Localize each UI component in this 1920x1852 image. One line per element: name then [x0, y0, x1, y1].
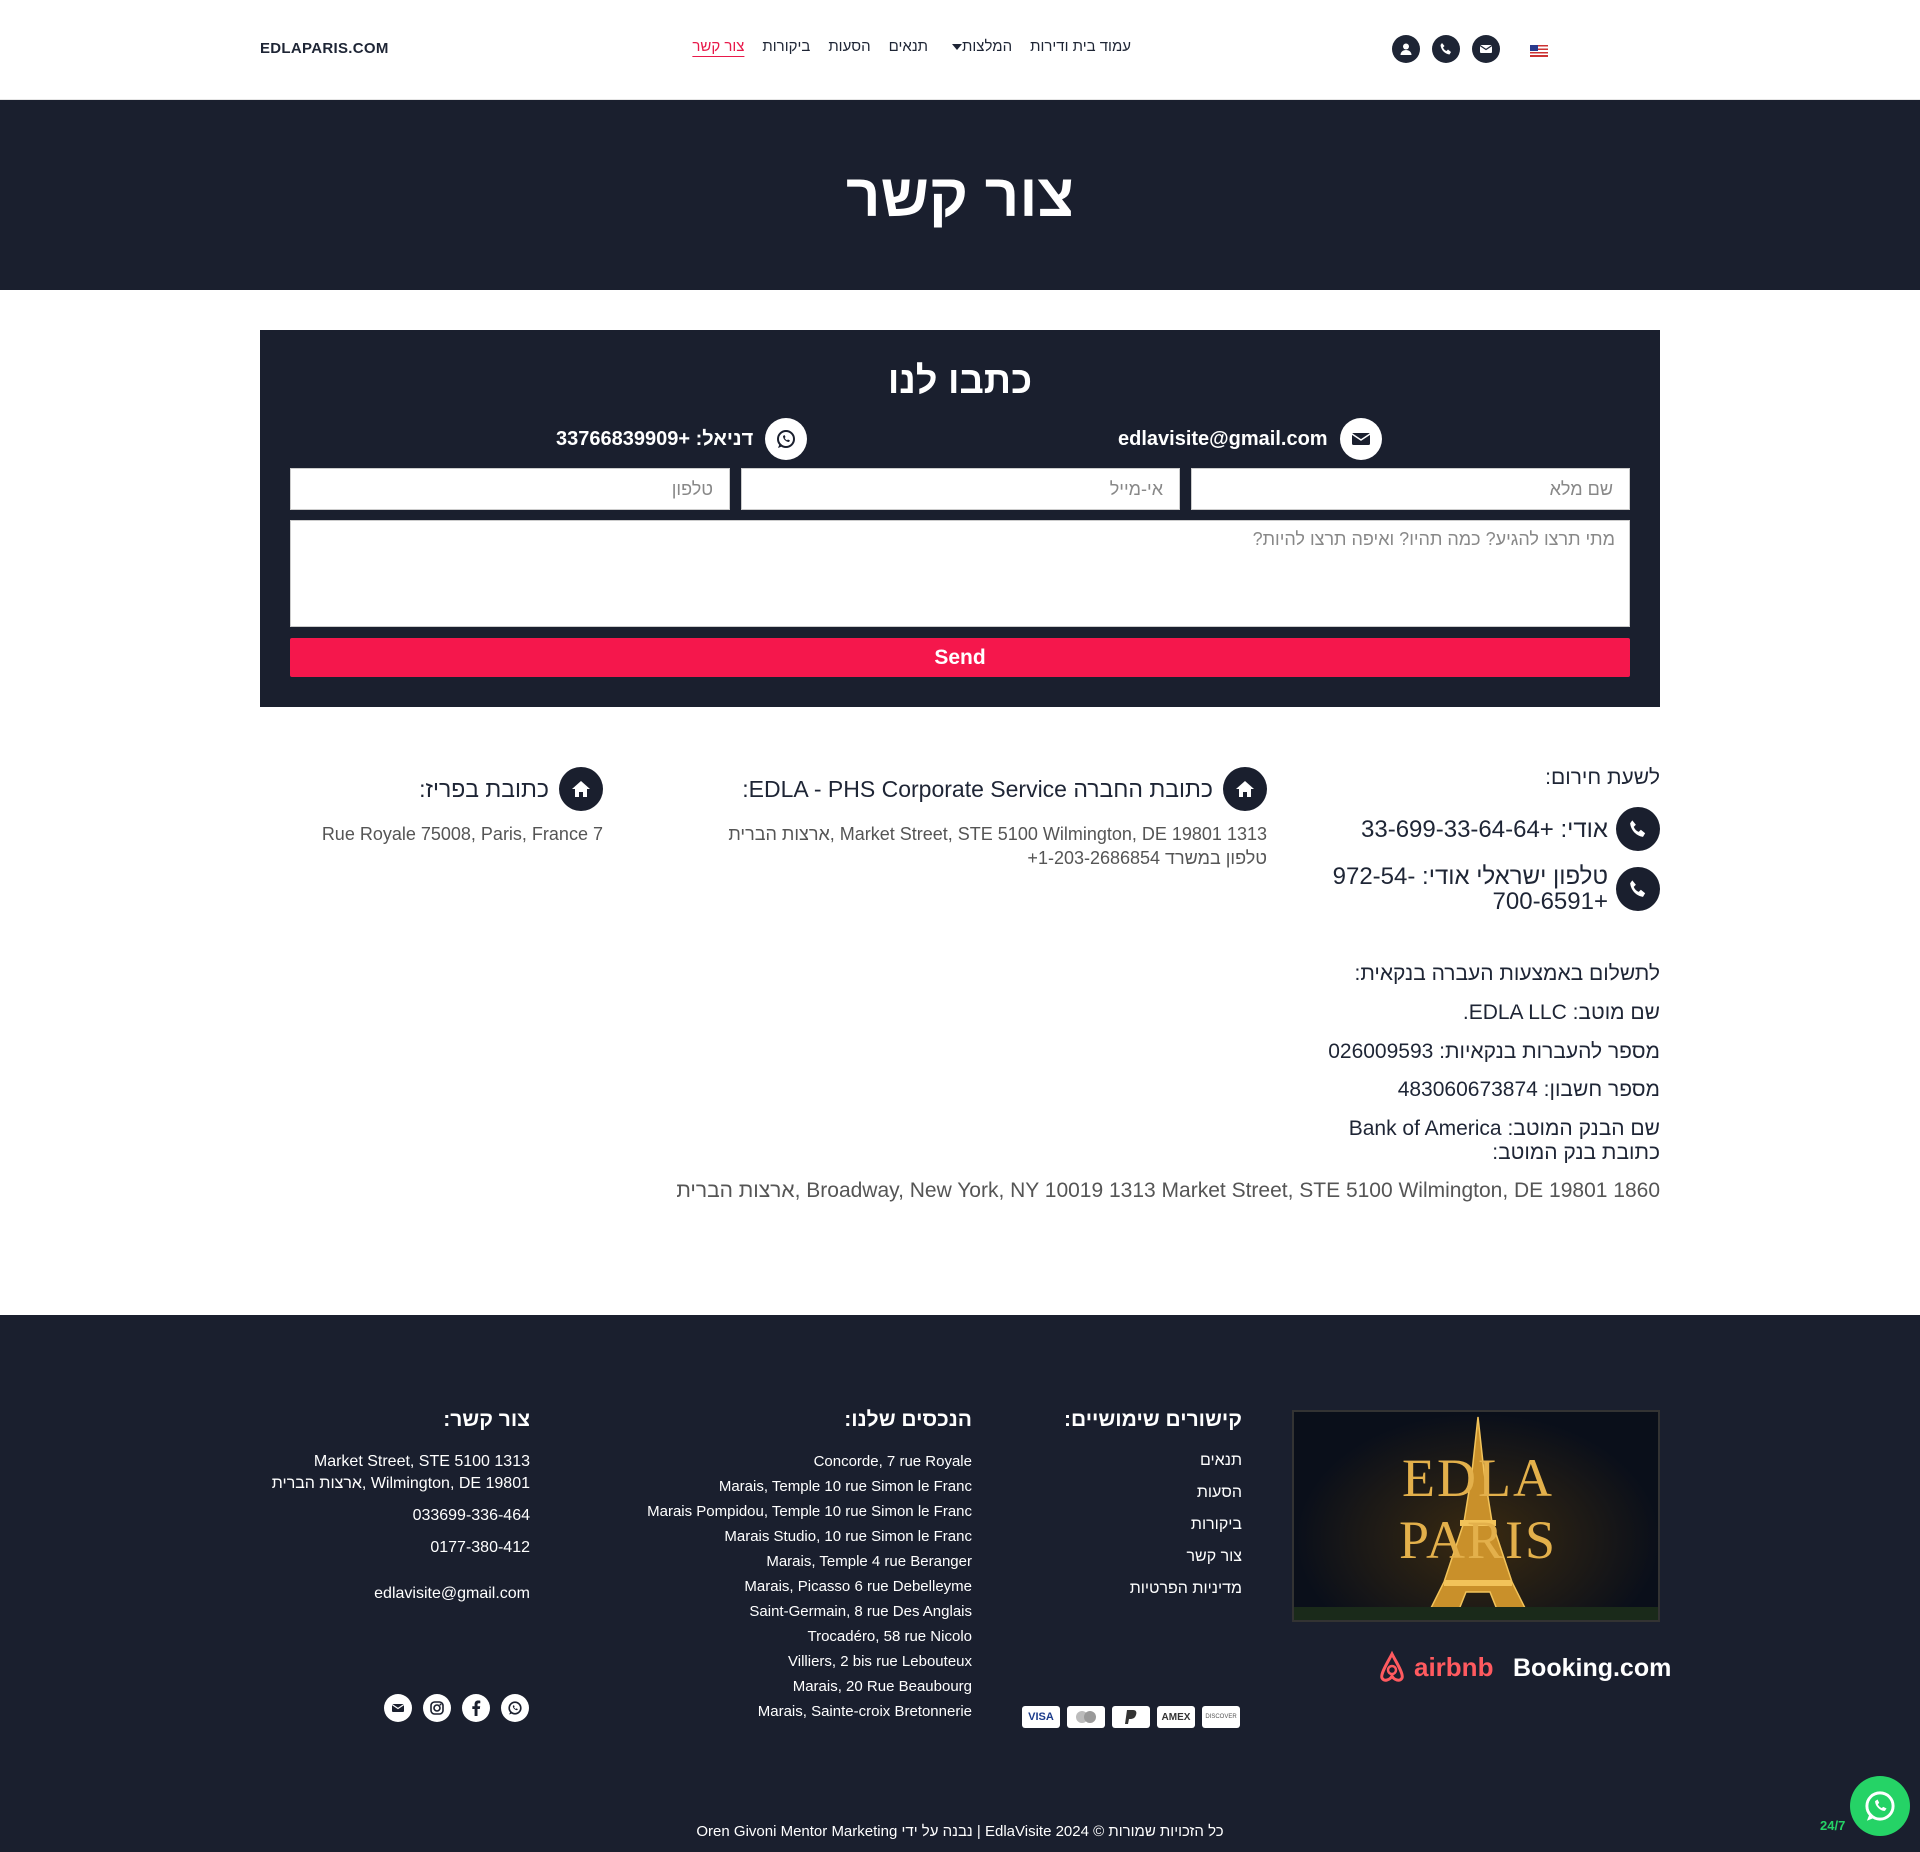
email-contact-text: edlavisite@gmail.com: [1118, 427, 1328, 450]
property-item[interactable]: Marais, Temple 4 rue Beranger: [766, 1553, 972, 1570]
property-item[interactable]: Marais, 20 Rue Beaubourg: [793, 1678, 972, 1695]
phone-israel-line1: טלפון ישראלי אודי: -972-54: [1332, 863, 1608, 890]
whatsapp-availability-label: 24/7: [1820, 1818, 1846, 1833]
footer-link-terms[interactable]: תנאים: [1200, 1452, 1242, 1470]
whatsapp-icon: [1865, 1791, 1895, 1821]
emergency-title: לשעת חירום:: [1545, 766, 1660, 789]
airbnb-logo: airbnb: [1376, 1650, 1493, 1684]
whatsapp-icon[interactable]: [501, 1694, 529, 1722]
home-icon: [559, 767, 603, 811]
footer-phone1[interactable]: 033699-336-464: [413, 1507, 530, 1525]
phone-icon[interactable]: [1432, 35, 1460, 63]
bank-beneficiary: שם מוטב: EDLA LLC.: [1462, 1001, 1660, 1024]
amex-icon: AMEX: [1157, 1706, 1195, 1728]
paypal-icon: [1112, 1706, 1150, 1728]
mastercard-icon: [1067, 1706, 1105, 1728]
phone-icon: [1616, 807, 1660, 851]
footer-link-transfers[interactable]: הסעות: [1197, 1484, 1242, 1502]
copyright-text: כל הזכויות שמורות © EdlaVisite 2024 | נב…: [696, 1823, 1224, 1840]
property-item[interactable]: Villiers, 2 bis rue Lebouteux: [788, 1653, 972, 1670]
paris-address-heading: כתובת בפריז:: [419, 767, 603, 811]
nav-terms[interactable]: תנאים: [880, 38, 937, 55]
email-input[interactable]: אי-מייל: [741, 468, 1180, 510]
discover-icon: DISCOVER: [1202, 1706, 1240, 1728]
nav-contact[interactable]: צור קשר: [683, 38, 753, 55]
footer-links-title: קישורים שימושיים:: [1064, 1408, 1242, 1431]
form-title: כתבו לנו: [887, 360, 1033, 402]
bank-name: שם הבנק המוטב: Bank of America: [1348, 1117, 1660, 1140]
airbnb-icon: [1380, 1650, 1404, 1682]
footer-phone2[interactable]: 0177-380-412: [430, 1539, 530, 1557]
page-title: צור קשר: [846, 161, 1074, 229]
chevron-down-icon: [952, 44, 963, 51]
booking-logo: Booking.com: [1513, 1654, 1672, 1682]
airbnb-text: airbnb: [1414, 1651, 1494, 1682]
whatsapp-contact[interactable]: דניאל: +33766839909: [556, 418, 808, 460]
nav-reviews[interactable]: ביקורות: [753, 38, 819, 55]
footer-address-line2: Wilmington, DE 19801 ,ארצות הברית: [271, 1475, 530, 1492]
email-contact[interactable]: edlavisite@gmail.com: [1118, 418, 1382, 460]
phone-israel-line2: +700-6591: [1492, 888, 1608, 915]
brand-image-text: EDLA PARIS: [1398, 1448, 1558, 1570]
footer-properties-title: הנכסים שלנו:: [844, 1408, 972, 1431]
footer-email[interactable]: edlavisite@gmail.com: [374, 1585, 530, 1603]
property-item[interactable]: Marais, Temple 10 rue Simon le Franc: [719, 1478, 972, 1495]
property-item[interactable]: Marais Pompidou, Temple 10 rue Simon le …: [647, 1503, 972, 1520]
phone-israel[interactable]: טלפון ישראלי אודי: -972-54 +700-6591: [1333, 864, 1660, 914]
footer-address-line1: 1313 Market Street, STE 5100: [313, 1453, 530, 1470]
paris-address: 7 Rue Royale 75008, Paris, France: [321, 824, 603, 844]
site-logo[interactable]: EDLAPARIS.COM: [260, 40, 389, 57]
property-item[interactable]: Marais Studio, 10 rue Simon le Franc: [724, 1528, 972, 1545]
footer-link-reviews[interactable]: ביקורות: [1191, 1516, 1242, 1534]
envelope-icon[interactable]: [384, 1694, 412, 1722]
page-hero: צור קשר: [0, 100, 1920, 290]
floating-whatsapp-button[interactable]: [1850, 1776, 1910, 1836]
visa-icon: VISA: [1022, 1706, 1060, 1728]
footer-link-privacy[interactable]: מדיניות הפרטיות: [1130, 1580, 1242, 1598]
bank-address-label: כתובת בנק המוטב:: [1492, 1141, 1660, 1164]
whatsapp-icon: [765, 418, 808, 460]
whatsapp-contact-text: דניאל: +33766839909: [556, 427, 754, 450]
envelope-icon[interactable]: [1472, 35, 1500, 63]
paris-address-title: כתובת בפריז:: [419, 775, 549, 802]
bank-address: 1860 Broadway, New York, NY 10019 1313 M…: [676, 1179, 1660, 1202]
property-item[interactable]: Concorde, 7 rue Royale: [814, 1453, 972, 1470]
property-item[interactable]: Trocadéro, 58 rue Nicolo: [807, 1628, 972, 1645]
instagram-icon[interactable]: [423, 1694, 451, 1722]
bank-routing: מספר להעברות בנקאיות: 026009593: [1328, 1040, 1660, 1063]
site-header: EDLAPARIS.COM עמוד בית ודירות המלצות תנא…: [0, 0, 1920, 100]
bank-title: לתשלום באמצעות העברה בנקאית:: [1354, 962, 1660, 985]
phone-oudi-text: אודי: +33-699-33-64-64: [1361, 815, 1608, 843]
phone-oudi[interactable]: אודי: +33-699-33-64-64: [1361, 807, 1660, 851]
footer-contact-title: צור קשר:: [443, 1408, 530, 1431]
edla-paris-image: EDLA PARIS: [1292, 1410, 1660, 1622]
properties-list: Concorde, 7 rue Royale Marais, Temple 10…: [572, 1453, 972, 1733]
property-item[interactable]: Marais, Sainte-croix Bretonnerie: [758, 1703, 972, 1720]
nav-recommendations-label: המלצות: [962, 38, 1013, 55]
company-address-title: כתובת החברה EDLA - PHS Corporate Service…: [742, 775, 1213, 802]
bank-account: מספר חשבון: 483060673874: [1397, 1078, 1660, 1101]
company-address-line1: 1313 Market Street, STE 5100 Wilmington,…: [728, 824, 1267, 844]
company-address-heading: כתובת החברה EDLA - PHS Corporate Service…: [742, 767, 1267, 811]
phone-icon: [1616, 867, 1660, 911]
main-nav: עמוד בית ודירות המלצות תנאים הסעות ביקור…: [692, 38, 1140, 55]
facebook-icon[interactable]: [462, 1694, 490, 1722]
phone-input[interactable]: טלפון: [290, 468, 730, 510]
nav-home[interactable]: עמוד בית ודירות: [1021, 38, 1140, 55]
full-name-input[interactable]: שם מלא: [1191, 468, 1630, 510]
envelope-icon: [1339, 418, 1382, 460]
nav-transfers[interactable]: הסעות: [819, 38, 879, 55]
message-textarea[interactable]: מתי תרצו להגיע? כמה תהיו? ואיפה תרצו להי…: [290, 520, 1630, 627]
company-address: 1313 Market Street, STE 5100 Wilmington,…: [728, 822, 1267, 870]
us-flag-icon[interactable]: [1530, 45, 1548, 57]
property-item[interactable]: Marais, Picasso 6 rue Debelleyme: [744, 1578, 972, 1595]
send-button[interactable]: Send: [290, 638, 1630, 677]
company-phone-line: טלפון במשרד 1-203-2686854+: [1027, 848, 1267, 868]
contact-form-panel: כתבו לנו edlavisite@gmail.com דניאל: +33…: [260, 330, 1660, 707]
user-icon[interactable]: [1392, 35, 1420, 63]
property-item[interactable]: Saint-Germain, 8 rue Des Anglais: [749, 1603, 972, 1620]
nav-reviews-dropdown[interactable]: המלצות: [937, 38, 1021, 55]
home-icon: [1223, 767, 1267, 811]
footer-link-contact[interactable]: צור קשר: [1186, 1548, 1242, 1566]
